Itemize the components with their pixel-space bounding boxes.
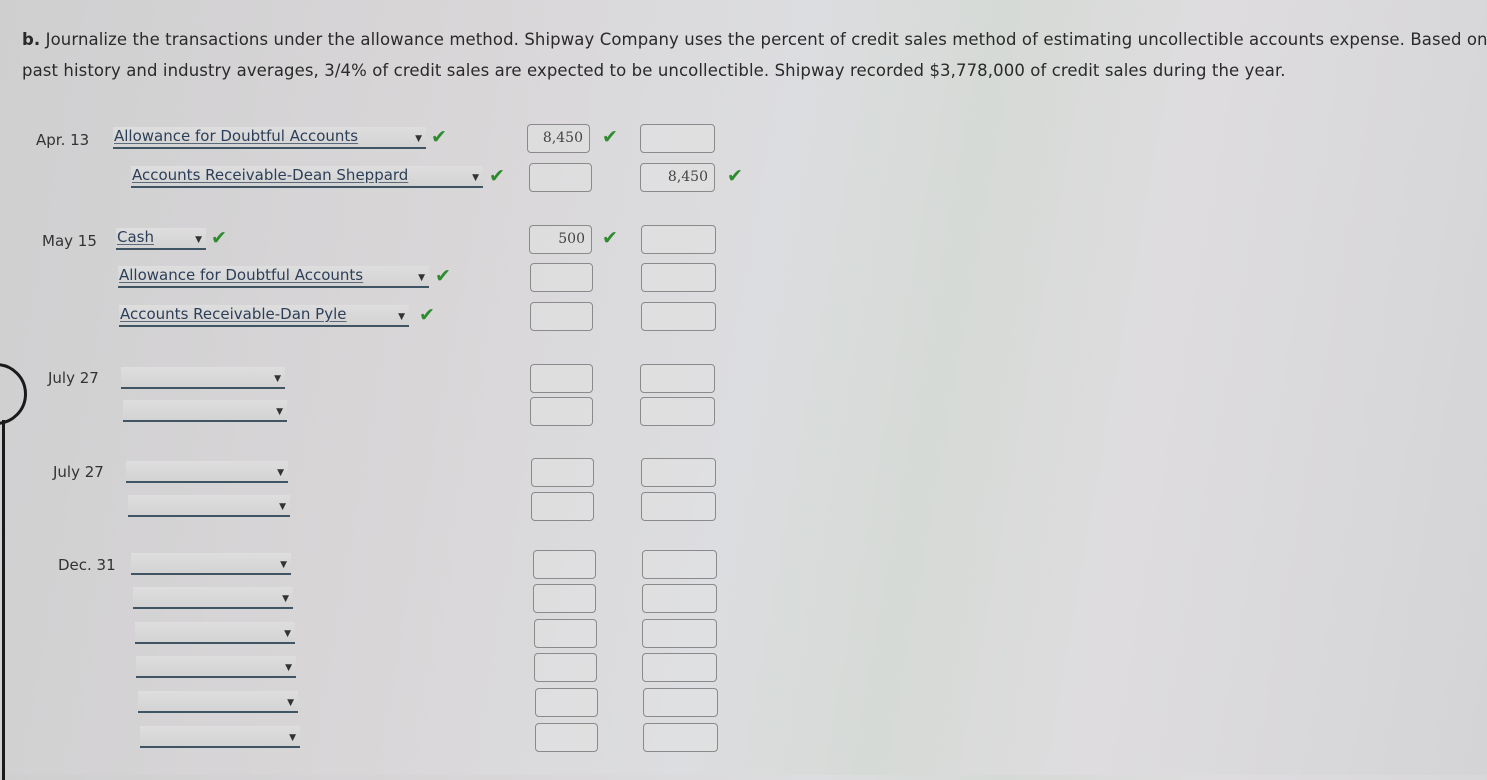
debit-input[interactable]	[535, 723, 598, 752]
chevron-down-icon: ▼	[276, 407, 283, 417]
credit-input[interactable]	[642, 619, 717, 648]
credit-input[interactable]	[643, 688, 718, 717]
entry-date: Dec. 31	[58, 556, 116, 574]
checkmark-icon: ✔	[489, 165, 505, 187]
debit-input[interactable]	[529, 163, 592, 192]
account-select[interactable]: ▼	[136, 656, 296, 678]
credit-input[interactable]	[642, 550, 717, 579]
cursor-ring-icon	[0, 363, 27, 425]
credit-input[interactable]: 8,450	[640, 163, 715, 192]
debit-input[interactable]	[531, 458, 594, 487]
debit-input[interactable]	[533, 584, 596, 613]
account-select-value: Cash	[117, 228, 154, 246]
debit-input[interactable]	[530, 364, 593, 393]
account-select[interactable]: Accounts Receivable-Dean Sheppard ▼	[131, 166, 483, 188]
credit-input[interactable]	[642, 653, 717, 682]
debit-input[interactable]	[534, 653, 597, 682]
part-label: b.	[22, 30, 41, 49]
credit-input[interactable]	[640, 364, 715, 393]
chevron-down-icon: ▼	[277, 468, 284, 478]
credit-input[interactable]	[642, 584, 717, 613]
credit-input[interactable]	[641, 458, 716, 487]
credit-input[interactable]	[641, 302, 716, 331]
checkmark-icon: ✔	[435, 265, 451, 287]
account-select-value: Accounts Receivable-Dan Pyle	[120, 305, 347, 323]
account-select[interactable]: Allowance for Doubtful Accounts ▼	[113, 127, 426, 149]
checkmark-icon: ✔	[211, 227, 227, 249]
chevron-down-icon: ▼	[280, 560, 287, 570]
debit-input[interactable]: 8,450	[527, 124, 590, 153]
debit-input[interactable]	[535, 688, 598, 717]
credit-input[interactable]	[643, 723, 718, 752]
entry-date: July 27	[48, 369, 99, 387]
credit-input[interactable]	[641, 263, 716, 292]
debit-input[interactable]	[534, 619, 597, 648]
account-select[interactable]: ▼	[131, 553, 291, 575]
checkmark-icon: ✔	[602, 227, 618, 249]
credit-input[interactable]	[641, 225, 716, 254]
entry-date: Apr. 13	[36, 131, 90, 149]
chevron-down-icon: ▼	[284, 629, 291, 639]
chevron-down-icon: ▼	[287, 698, 294, 708]
account-select-value: Allowance for Doubtful Accounts	[119, 266, 364, 284]
debit-input[interactable]	[530, 397, 593, 426]
account-select[interactable]: ▼	[135, 622, 295, 644]
chevron-down-icon: ▼	[415, 134, 422, 144]
chevron-down-icon: ▼	[472, 173, 479, 183]
credit-input[interactable]	[640, 397, 715, 426]
account-select[interactable]: ▼	[121, 367, 285, 389]
chevron-down-icon: ▼	[195, 235, 202, 245]
chevron-down-icon: ▼	[279, 502, 286, 512]
account-select[interactable]: ▼	[126, 461, 288, 483]
instructions: b. Journalize the transactions under the…	[22, 24, 1487, 86]
credit-input[interactable]	[640, 124, 715, 153]
instructions-line-1: Journalize the transactions under the al…	[45, 30, 1487, 49]
debit-input[interactable]	[531, 492, 594, 521]
debit-input[interactable]	[533, 550, 596, 579]
checkmark-icon: ✔	[419, 304, 435, 326]
debit-input[interactable]	[530, 302, 593, 331]
account-select[interactable]: ▼	[128, 495, 290, 517]
account-select[interactable]: ▼	[138, 691, 298, 713]
credit-input[interactable]	[641, 492, 716, 521]
account-select[interactable]: Cash ▼	[116, 228, 206, 250]
chevron-down-icon: ▼	[289, 733, 296, 743]
checkmark-icon: ✔	[727, 165, 743, 187]
chevron-down-icon: ▼	[418, 273, 425, 283]
chevron-down-icon: ▼	[282, 594, 289, 604]
account-select-value: Accounts Receivable-Dean Sheppard	[132, 166, 409, 184]
entry-date: July 27	[53, 463, 104, 481]
account-select[interactable]: ▼	[133, 587, 293, 609]
chevron-down-icon: ▼	[285, 663, 292, 673]
checkmark-icon: ✔	[602, 126, 618, 148]
cursor-stem-icon	[2, 420, 5, 780]
debit-input[interactable]: 500	[529, 225, 592, 254]
instructions-line-2: past history and industry averages, 3/4%…	[22, 61, 1286, 80]
chevron-down-icon: ▼	[398, 312, 405, 322]
debit-input[interactable]	[530, 263, 593, 292]
account-select[interactable]: ▼	[123, 400, 287, 422]
entry-date: May 15	[42, 232, 97, 250]
account-select[interactable]: ▼	[140, 726, 300, 748]
account-select[interactable]: Allowance for Doubtful Accounts ▼	[118, 266, 429, 288]
checkmark-icon: ✔	[431, 126, 447, 148]
account-select[interactable]: Accounts Receivable-Dan Pyle ▼	[119, 305, 409, 327]
chevron-down-icon: ▼	[274, 374, 281, 384]
account-select-value: Allowance for Doubtful Accounts	[114, 127, 359, 145]
